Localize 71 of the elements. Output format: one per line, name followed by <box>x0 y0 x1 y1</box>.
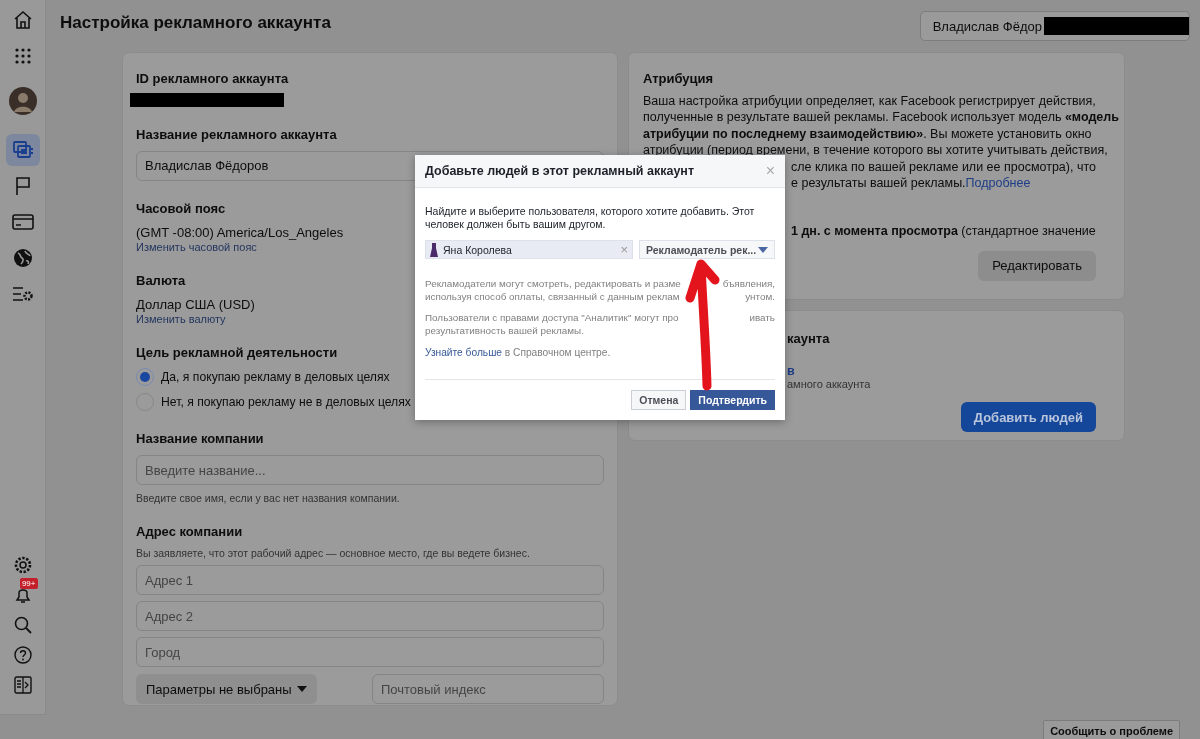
role-description-line: унтом. <box>745 290 775 303</box>
region-dropdown[interactable]: Параметры не выбраны <box>136 674 317 704</box>
panel-icon <box>13 676 32 694</box>
field-label: Цель рекламной деятельности <box>136 345 338 361</box>
learn-more-link[interactable]: Подробнее <box>965 176 1031 191</box>
account-button[interactable]: Владислав Фёдор <box>919 11 1190 41</box>
role-description-line: Рекламодатели могут смотреть, редактировать и разме <box>425 277 681 290</box>
add-people-button[interactable]: Добавить людей <box>960 402 1096 432</box>
field-label: Адрес компании <box>136 524 243 540</box>
grid-icon <box>14 48 31 64</box>
card-subtitle: амного аккаунта <box>787 378 871 390</box>
edit-button[interactable]: Редактировать <box>978 250 1096 281</box>
caret-icon <box>758 246 768 253</box>
card-title: Атрибуция <box>643 71 714 87</box>
sidebar-item[interactable] <box>5 134 40 166</box>
help-icon <box>13 646 32 664</box>
role-description-line: бъявления, <box>722 277 775 290</box>
address-field[interactable]: Адрес 2 <box>136 601 604 631</box>
field-hint: Введите свое имя, если у вас нет названия компании. <box>136 492 400 504</box>
radio-label: Нет, я покупаю рекламу не в деловых целях <box>161 395 411 409</box>
field-hint: Вы заявляете, что этот рабочий адрес — основное место, где вы ведете бизнес. <box>136 547 530 559</box>
address-field[interactable]: Адрес 1 <box>136 565 604 595</box>
radio-label: Да, я покупаю рекламу в деловых целях <box>161 370 390 384</box>
field-label: Часовой пояс <box>136 201 226 217</box>
paragraph-line: сле клика по вашей рекламе или ее просмотра), что <box>791 159 1096 174</box>
cancel-button[interactable]: Отмена <box>631 390 687 410</box>
radio-button[interactable] <box>136 368 154 386</box>
ads-icon <box>11 140 34 160</box>
role-description-line: ивать <box>749 311 775 324</box>
paragraph-line: атрибуции по последнему взаимодействию». Вы можете установить окно <box>643 126 1092 141</box>
field-label: Название компании <box>136 431 264 447</box>
change-timezone-link[interactable]: Изменить часовой пояс <box>136 241 257 253</box>
field-label: ID рекламного аккаунта <box>136 71 289 87</box>
zip-code-field[interactable]: Почтовый индекс <box>372 674 604 704</box>
confirm-button[interactable]: Подтвердить <box>690 390 775 410</box>
search-icon <box>13 616 32 634</box>
currency-value: Доллар США (USD) <box>136 297 255 312</box>
dialog-instructions: Найдите и выберите пользователя, которого хотите добавить. Этот человек должен быть вашим другом. <box>425 205 756 231</box>
company-name-field[interactable]: Введите название... <box>136 455 604 485</box>
address-field[interactable]: Город <box>136 637 604 667</box>
sidebar-item[interactable]: 99+ <box>5 580 40 610</box>
attribution-window-text: 1 дн. с момента просмотра (стандартное значение <box>791 224 1096 239</box>
change-currency-link[interactable]: Изменить валюту <box>136 313 226 325</box>
page-title: Настройка рекламного аккаунта <box>60 12 331 33</box>
field-label: Валюта <box>136 273 186 289</box>
person-token-field[interactable]: Яна Королева × <box>425 240 633 259</box>
people-link[interactable]: в <box>787 364 795 378</box>
home-icon <box>12 10 33 30</box>
notification-badge: 99+ <box>19 578 38 589</box>
role-description-line: результативность вашей рекламы. <box>425 324 584 337</box>
card-title: каунта <box>787 331 830 346</box>
list-settings-icon <box>11 285 34 303</box>
report-problem-button[interactable]: Сообщить о проблеме <box>1043 720 1180 739</box>
paragraph-line: полученные в результате вашей рекламы. Facebook использует модель «модель <box>643 110 1119 125</box>
timezone-value: (GMT -08:00) America/Los_Angeles <box>136 225 344 240</box>
learn-more-link[interactable]: Узнайте больше <box>425 347 502 358</box>
help-center-text: в Справочном центре. <box>504 347 611 358</box>
paragraph-line: е результаты вашей рекламы. <box>791 176 966 191</box>
paragraph-line: Ваша настройка атрибуции определяет, как Facebook регистрирует действия, <box>643 94 1096 108</box>
role-dropdown[interactable]: Рекламодатель рек... <box>639 240 775 259</box>
person-icon <box>430 242 438 257</box>
caret-icon <box>297 686 307 692</box>
flag-icon <box>13 176 32 196</box>
bell-icon <box>13 586 32 604</box>
globe-icon <box>12 248 33 268</box>
role-description-line: используя способ оплаты, связанный с данным реклам <box>425 290 680 303</box>
role-description-line: Пользователи с правами доступа "Аналитик" могут про <box>425 311 679 324</box>
avatar-icon <box>8 87 37 115</box>
credit-card-icon <box>11 214 34 230</box>
settings-icon <box>12 555 33 575</box>
field-label: Название рекламного аккаунта <box>136 127 337 143</box>
